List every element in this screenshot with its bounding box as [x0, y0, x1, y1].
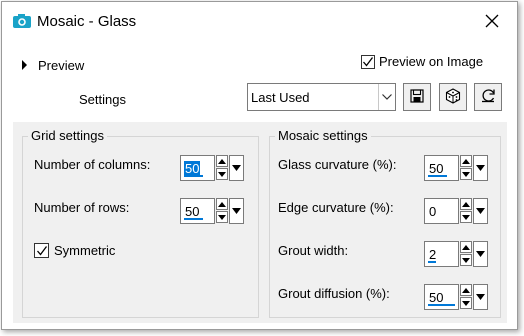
grout-width-indicator	[428, 261, 436, 263]
rows-indicator	[184, 218, 203, 220]
expand-triangle-icon	[22, 60, 27, 70]
reset-button[interactable]	[474, 83, 502, 111]
columns-indicator	[184, 175, 203, 177]
rows-value: 50	[185, 204, 200, 219]
glass-curvature-label: Glass curvature (%):	[278, 157, 397, 172]
randomize-button[interactable]	[439, 83, 467, 111]
grout-diffusion-value: 50	[429, 290, 444, 305]
glass-curvature-down-button[interactable]	[460, 168, 472, 180]
rows-input[interactable]: 50	[180, 198, 215, 224]
edge-curvature-up-button[interactable]	[460, 198, 472, 210]
columns-up-button[interactable]	[216, 155, 228, 167]
symmetric-checkbox-box[interactable]	[34, 243, 49, 258]
rows-up-button[interactable]	[216, 198, 228, 210]
columns-value: 50	[184, 161, 201, 176]
mosaic-settings-title: Mosaic settings	[275, 128, 371, 144]
grout-diffusion-label: Grout diffusion (%):	[278, 286, 390, 301]
grout-width-up-button[interactable]	[460, 241, 472, 253]
settings-label: Settings	[79, 92, 126, 107]
preview-label: Preview	[38, 57, 85, 73]
grout-diffusion-down-button[interactable]	[460, 297, 472, 309]
preset-select[interactable]: Last Used	[247, 83, 396, 111]
grout-width-spinbox[interactable]: 2	[424, 241, 488, 267]
preview-on-image-checkbox[interactable]: Preview on Image	[361, 54, 483, 69]
glass-curvature-dropdown-button[interactable]	[473, 155, 488, 181]
edge-curvature-down-button[interactable]	[460, 211, 472, 223]
grid-settings-title: Grid settings	[28, 128, 107, 144]
close-button[interactable]	[476, 10, 508, 34]
mosaic-settings-group: Mosaic settings Glass curvature (%): 50 …	[269, 128, 501, 318]
preview-on-image-label: Preview on Image	[379, 54, 484, 69]
preset-value: Last Used	[251, 90, 310, 105]
preview-expander[interactable]: Preview	[22, 56, 84, 74]
columns-dropdown-button[interactable]	[229, 155, 244, 181]
rows-down-button[interactable]	[216, 211, 228, 223]
rows-spinbox[interactable]: 50	[180, 198, 244, 224]
glass-curvature-input[interactable]: 50	[424, 155, 459, 181]
edge-curvature-value: 0	[429, 204, 437, 219]
glass-curvature-value: 50	[429, 161, 444, 176]
rows-dropdown-button[interactable]	[229, 198, 244, 224]
window-title: Mosaic - Glass	[37, 13, 137, 30]
edge-curvature-spinbox[interactable]: 0	[424, 198, 488, 224]
glass-curvature-spinbox[interactable]: 50	[424, 155, 488, 181]
edge-curvature-label: Edge curvature (%):	[278, 200, 394, 215]
symmetric-label: Symmetric	[54, 243, 116, 258]
glass-curvature-up-button[interactable]	[460, 155, 472, 167]
columns-down-button[interactable]	[216, 168, 228, 180]
dialog-window: Mosaic - Glass Preview Preview on Image …	[1, 1, 518, 330]
grout-diffusion-spinbox[interactable]: 50	[424, 284, 488, 310]
grout-diffusion-indicator	[428, 304, 455, 306]
grout-diffusion-up-button[interactable]	[460, 284, 472, 296]
glass-curvature-indicator	[428, 175, 447, 177]
grout-width-dropdown-button[interactable]	[473, 241, 488, 267]
close-icon	[485, 14, 499, 31]
title-bar[interactable]: Mosaic - Glass	[2, 2, 517, 40]
reset-icon	[480, 88, 496, 107]
settings-panel: Grid settings Number of columns: 50 Numb…	[13, 122, 507, 323]
grout-diffusion-input[interactable]: 50	[424, 284, 459, 310]
edge-curvature-dropdown-button[interactable]	[473, 198, 488, 224]
grout-width-label: Grout width:	[278, 243, 349, 258]
rows-label: Number of rows:	[34, 200, 130, 215]
dice-icon	[445, 87, 461, 107]
grout-diffusion-dropdown-button[interactable]	[473, 284, 488, 310]
columns-label: Number of columns:	[34, 157, 151, 172]
columns-input[interactable]: 50	[180, 155, 215, 181]
camera-icon	[13, 14, 31, 28]
columns-spinbox[interactable]: 50	[180, 155, 244, 181]
grout-width-value: 2	[429, 247, 437, 262]
symmetric-checkbox[interactable]: Symmetric	[34, 243, 115, 258]
chevron-down-icon[interactable]	[378, 84, 395, 110]
grout-width-input[interactable]: 2	[424, 241, 459, 267]
save-icon	[410, 88, 424, 106]
grid-settings-group: Grid settings Number of columns: 50 Numb…	[22, 128, 259, 318]
grout-width-down-button[interactable]	[460, 254, 472, 266]
checkbox-box[interactable]	[361, 54, 375, 69]
edge-curvature-input[interactable]: 0	[424, 198, 459, 224]
save-preset-button[interactable]	[403, 83, 431, 111]
